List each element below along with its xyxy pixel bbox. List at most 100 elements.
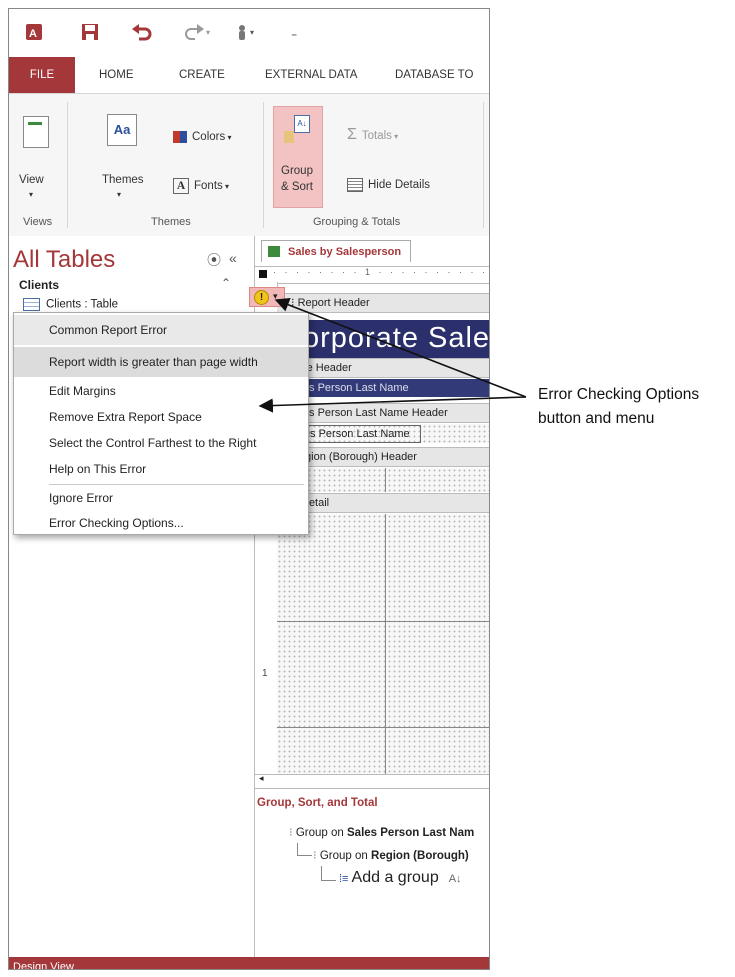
menu-item-help-on-error[interactable]: Help on This Error xyxy=(14,456,308,482)
ribbon-separator xyxy=(483,102,484,228)
vruler-mark-1: 1 xyxy=(262,668,268,679)
gsp-title: Group, Sort, and Total xyxy=(257,797,378,809)
group-sort-label-1: Group xyxy=(281,165,313,177)
hide-details-icon xyxy=(347,178,363,192)
tab-create[interactable]: CREATE xyxy=(179,57,225,93)
access-app-icon[interactable]: A xyxy=(25,23,43,45)
nav-menu-icon[interactable]: ⦿ xyxy=(207,250,221,270)
band-report-header[interactable]: ⁝ Report Header xyxy=(277,293,489,313)
fonts-label: Fonts xyxy=(194,180,223,193)
ribbon-separator xyxy=(263,102,264,228)
tab-external-data[interactable]: EXTERNAL DATA xyxy=(265,57,357,93)
tab-sales-by-salesperson[interactable]: Sales by Salesperson xyxy=(261,240,411,262)
error-checking-menu: Common Report Error Report width is grea… xyxy=(13,312,309,535)
totals-button[interactable]: Σ Totals ▾ xyxy=(347,126,398,144)
fonts-button[interactable]: A Fonts ▾ xyxy=(173,178,229,194)
band-label-text: Report Header xyxy=(297,297,370,309)
ribbon-separator xyxy=(67,102,68,228)
detail-section xyxy=(277,514,489,774)
ruler-select-icon[interactable] xyxy=(259,270,267,278)
add-group-label: Add a group xyxy=(351,869,439,886)
chevron-down-icon: ▾ xyxy=(273,291,278,301)
sigma-icon: Σ xyxy=(347,126,357,143)
horizontal-scrollbar[interactable]: ◂ xyxy=(255,773,489,788)
customize-qat-icon[interactable]: ₌ xyxy=(291,23,297,43)
tab-database-tools[interactable]: DATABASE TO xyxy=(395,57,473,93)
quick-access-toolbar: A ▾ ▾ ₌ xyxy=(9,9,489,57)
add-group-button[interactable]: ⁞≡ Add a group A↓ xyxy=(339,869,462,887)
ruler-ticks: · · · · · · · · xyxy=(273,267,365,277)
group2-field[interactable]: Region (Borough) xyxy=(371,850,469,862)
section-collapse-icon[interactable]: ⌃ xyxy=(221,276,231,290)
gridline xyxy=(277,727,489,728)
group-sort-total-pane: Group, Sort, and Total ⁝ Group on Sales … xyxy=(255,788,489,958)
group1-field[interactable]: Sales Person Last Nam xyxy=(347,827,474,839)
doc-tab-label: Sales by Salesperson xyxy=(288,246,402,258)
annotation-line-1: Error Checking Options xyxy=(538,386,700,403)
add-group-icon: ⁞≡ xyxy=(339,873,352,885)
svg-text:A: A xyxy=(29,28,37,40)
fonts-icon: A xyxy=(173,178,189,194)
svg-text:▾: ▾ xyxy=(206,28,210,37)
totals-dropdown-icon: ▾ xyxy=(391,132,399,141)
error-checking-options-button[interactable]: ! ▾ xyxy=(249,287,285,307)
view-label: View xyxy=(19,174,44,186)
group1-prefix: Group on xyxy=(295,827,344,839)
nav-item-label: Clients : Table xyxy=(46,298,119,311)
column-divider xyxy=(385,514,386,774)
menu-item-select-farthest-control[interactable]: Select the Control Farthest to the Right xyxy=(14,430,308,456)
themes-label: Themes xyxy=(102,174,144,186)
nav-section-clients[interactable]: Clients xyxy=(19,278,59,292)
themes-icon: Aa xyxy=(107,114,137,146)
menu-header-error-description: Report width is greater than page width xyxy=(14,347,308,377)
ruler-mark-1: 1 xyxy=(364,267,373,277)
annotation-line-2: button and menu xyxy=(538,410,655,427)
column-divider xyxy=(385,468,386,492)
save-icon[interactable] xyxy=(81,23,99,45)
hide-details-label: Hide Details xyxy=(368,179,430,192)
fonts-dropdown-icon: ▾ xyxy=(222,182,230,192)
totals-label: Totals xyxy=(361,130,392,142)
menu-item-error-checking-options[interactable]: Error Checking Options... xyxy=(14,510,308,536)
group-label-themes: Themes xyxy=(151,216,191,228)
menu-item-ignore-error[interactable]: Ignore Error xyxy=(14,485,308,511)
horizontal-ruler: · · · · · · · · 1 · · · · · · · · · · · … xyxy=(255,266,489,284)
undo-icon[interactable] xyxy=(131,23,153,45)
group-label-grouping: Grouping & Totals xyxy=(313,216,401,228)
report-icon xyxy=(268,246,280,257)
ribbon: View ▾ Aa Themes ▾ Colors ▾ A Fonts ▾ A↓ … xyxy=(9,93,489,237)
touch-mode-icon[interactable]: ▾ xyxy=(235,23,261,45)
hide-details-button[interactable]: Hide Details xyxy=(347,178,430,192)
themes-dropdown-icon: ▾ xyxy=(117,190,122,199)
ruler-ticks: · · · · · · · · · · · · xyxy=(378,267,490,277)
menu-item-edit-margins[interactable]: Edit Margins xyxy=(14,378,308,404)
group2-prefix: Group on xyxy=(319,850,368,862)
colors-label: Colors xyxy=(192,131,226,144)
group-level-1[interactable]: ⁝ Group on Sales Person Last Nam xyxy=(289,825,474,839)
report-title[interactable]: Corporate Sales xyxy=(281,322,489,355)
svg-text:▾: ▾ xyxy=(250,28,254,37)
add-sort-icon[interactable]: A↓ xyxy=(449,873,462,885)
redo-icon[interactable]: ▾ xyxy=(185,23,213,45)
nav-item-clients-table[interactable]: Clients : Table xyxy=(23,298,118,311)
group-level-2[interactable]: ⁝ Group on Region (Borough) xyxy=(313,848,469,862)
tree-connector xyxy=(321,866,336,881)
drag-handle-icon[interactable]: ⁝ xyxy=(313,850,320,862)
scroll-left-icon[interactable]: ◂ xyxy=(259,773,264,784)
gridline xyxy=(277,621,489,622)
nav-title[interactable]: All Tables xyxy=(13,246,115,274)
group-sort-label-2: & Sort xyxy=(281,181,313,193)
group-label-views: Views xyxy=(23,216,53,228)
nav-collapse-icon[interactable]: « xyxy=(229,250,237,266)
warning-icon: ! xyxy=(254,290,269,305)
tree-connector xyxy=(297,843,312,856)
ribbon-tabs: FILE HOME CREATE EXTERNAL DATA DATABASE … xyxy=(9,57,489,93)
group-sort-button[interactable]: A↓ Group & Sort xyxy=(273,106,323,208)
menu-item-remove-extra-space[interactable]: Remove Extra Report Space xyxy=(14,404,308,430)
tab-file[interactable]: FILE xyxy=(9,57,75,93)
drag-handle-icon[interactable]: ⁝ xyxy=(289,827,296,839)
colors-button[interactable]: Colors ▾ xyxy=(173,131,231,143)
tab-home[interactable]: HOME xyxy=(99,57,134,93)
group-sort-icon: A↓ xyxy=(284,115,310,145)
menu-header-common-error: Common Report Error xyxy=(14,315,308,345)
